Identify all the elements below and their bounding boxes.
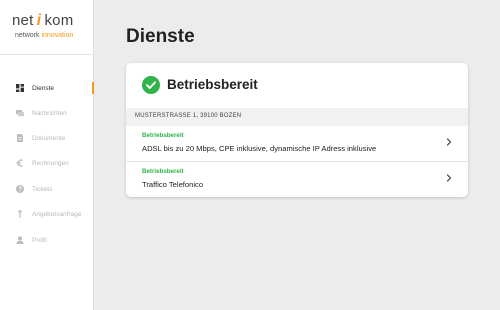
sidebar-item-angebotsanfrage[interactable]: Angebotsanfrage: [0, 207, 94, 221]
sidebar-item-label: Angebotsanfrage: [32, 210, 82, 218]
sidebar-item-label: Tickets: [32, 185, 53, 193]
logo-wordmark: net i kom: [12, 12, 74, 29]
sidebar-item-dienste[interactable]: Dienste: [0, 81, 94, 95]
address-bar: MUSTERSTRASSE 1, 39100 BOZEN: [126, 108, 468, 126]
sidebar-item-label: Dokumente: [32, 134, 66, 142]
sidebar-item-tickets[interactable]: Tickets: [0, 182, 94, 196]
dashboard-icon: [16, 84, 24, 92]
sidebar-item-nachrichten[interactable]: Nachrichten: [0, 106, 94, 120]
service-status: Betriebsbereit: [142, 132, 184, 139]
sidebar-item-label: Profil: [32, 236, 47, 244]
sidebar-item-label: Nachrichten: [32, 109, 67, 117]
logo-i-icon: i: [36, 12, 42, 29]
message-icon: [16, 109, 24, 117]
service-description: ADSL bis zu 20 Mbps, CPE inklusive, dyna…: [142, 144, 377, 153]
sidebar-item-profil[interactable]: Profil: [0, 233, 94, 247]
euro-icon: [16, 159, 24, 167]
chevron-right-icon[interactable]: [446, 174, 452, 182]
service-status: Betriebsbereit: [142, 168, 184, 175]
card-header: Betriebsbereit: [126, 63, 468, 108]
sidebar-item-label: Dienste: [32, 84, 55, 92]
tool-icon: [16, 210, 24, 218]
netikom-logo[interactable]: net i kom network innovation: [12, 12, 84, 40]
sidebar-item-rechnungen[interactable]: Rechnungen: [0, 156, 94, 170]
document-icon: [16, 134, 24, 142]
sidebar-divider: [0, 54, 94, 55]
sidebar-item-dokumente[interactable]: Dokumente: [0, 131, 94, 145]
service-row[interactable]: Betriebsbereit Traffico Telefonico: [126, 162, 468, 197]
service-address: MUSTERSTRASSE 1, 39100 BOZEN: [135, 113, 242, 119]
user-icon: [16, 236, 24, 244]
sidebar: net i kom network innovation Dienste Nachr…: [0, 0, 94, 310]
card-status-title: Betriebsbereit: [167, 77, 258, 92]
service-description: Traffico Telefonico: [142, 180, 204, 189]
service-row[interactable]: Betriebsbereit ADSL bis zu 20 Mbps, CPE …: [126, 126, 468, 161]
service-card: Betriebsbereit MUSTERSTRASSE 1, 39100 BO…: [126, 63, 468, 197]
help-icon: [16, 185, 24, 193]
sidebar-item-label: Rechnungen: [32, 159, 69, 167]
chevron-right-icon[interactable]: [446, 138, 452, 146]
logo-tagline: network innovation: [15, 32, 74, 39]
check-circle-icon: [142, 76, 160, 94]
page-title: Dienste: [126, 26, 195, 47]
